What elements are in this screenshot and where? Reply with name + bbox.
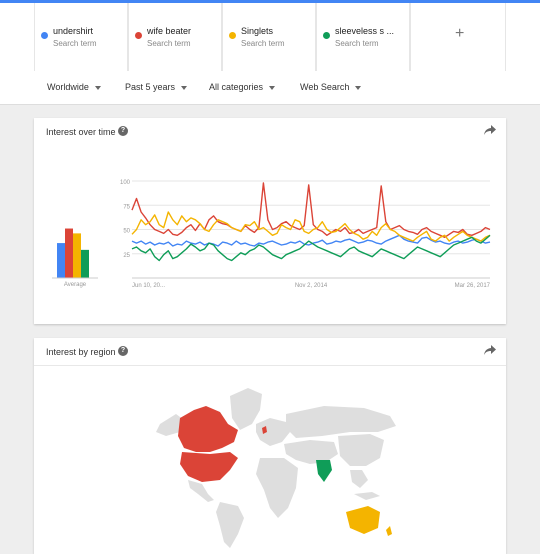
term-name: sleeveless s ...	[335, 26, 395, 36]
term-subtitle: Search term	[147, 39, 191, 48]
map-region-russia	[286, 406, 396, 438]
y-tick-label: 25	[123, 253, 130, 259]
y-tick-label: 75	[123, 204, 130, 210]
search-term-wife-beater[interactable]: wife beater Search term	[128, 3, 222, 71]
term-subtitle: Search term	[335, 39, 379, 48]
series-line	[131, 211, 491, 242]
map-region-canada	[178, 406, 238, 452]
search-term-undershirt[interactable]: undershirt Search term	[34, 3, 128, 71]
map-region-india	[316, 460, 332, 482]
x-tick-label: Jun 10, 20...	[132, 283, 165, 289]
share-icon[interactable]	[484, 345, 496, 355]
caret-down-icon	[355, 85, 362, 90]
caret-down-icon	[94, 85, 101, 90]
property-filter-label: Web Search	[300, 82, 350, 92]
x-tick-label: Nov 2, 2014	[295, 283, 328, 289]
map-region-indonesia	[354, 492, 380, 500]
average-bar	[57, 243, 65, 278]
average-label: Average	[64, 282, 87, 288]
interest-over-time-chart: 100 75 50 25 Jun 10, 20... Nov 2, 2014 Mar 26,…	[52, 180, 491, 289]
map-region-australia	[346, 506, 380, 534]
average-bar	[81, 249, 89, 278]
add-term-button[interactable]: +	[410, 3, 506, 71]
term-color-dot	[41, 32, 48, 39]
filter-bar: Worldwide Past 5 years All categories We…	[0, 71, 540, 105]
search-terms-bar: undershirt Search term wife beater Searc…	[0, 3, 540, 72]
map-region-southeast-asia	[350, 470, 368, 488]
interest-over-time-card: Interest over time ? 100 75 50 25 Jun 10, 20…	[34, 118, 506, 324]
caret-down-icon	[269, 85, 276, 90]
series-line	[131, 234, 491, 262]
time-filter-dropdown[interactable]: Past 5 years	[125, 82, 188, 92]
category-filter-label: All categories	[209, 82, 264, 92]
search-term-singlets[interactable]: Singlets Search term	[222, 3, 316, 71]
term-subtitle: Search term	[241, 39, 285, 48]
term-color-dot	[229, 32, 236, 39]
term-color-dot	[323, 32, 330, 39]
term-name: undershirt	[53, 26, 94, 36]
map-region-africa	[256, 458, 298, 518]
x-tick-label: Mar 26, 2017	[455, 283, 491, 289]
time-filter-label: Past 5 years	[125, 82, 176, 92]
card-title: Interest by region	[46, 347, 116, 357]
region-filter-label: Worldwide	[47, 82, 89, 92]
y-tick-label: 50	[123, 229, 130, 235]
region-filter-dropdown[interactable]: Worldwide	[47, 82, 101, 92]
map-region-usa	[180, 452, 238, 482]
average-bar	[65, 228, 73, 278]
map-region-europe	[256, 418, 290, 446]
interest-by-region-card: Interest by region ?	[34, 338, 506, 554]
world-map	[156, 388, 396, 548]
search-term-sleeveless[interactable]: sleeveless s ... Search term	[316, 3, 410, 71]
term-color-dot	[135, 32, 142, 39]
caret-down-icon	[181, 85, 188, 90]
term-name: Singlets	[241, 26, 274, 36]
help-icon[interactable]: ?	[118, 346, 128, 356]
category-filter-dropdown[interactable]: All categories	[209, 82, 276, 92]
y-tick-label: 100	[120, 180, 131, 186]
map-region-south-america	[216, 502, 244, 548]
plus-icon: +	[455, 25, 465, 42]
map-region-east-asia	[338, 434, 384, 466]
property-filter-dropdown[interactable]: Web Search	[300, 82, 362, 92]
average-bar	[73, 233, 81, 278]
map-region-central-america	[188, 480, 214, 502]
map-region-new-zealand	[386, 526, 392, 536]
term-name: wife beater	[147, 26, 192, 36]
term-subtitle: Search term	[53, 39, 97, 48]
